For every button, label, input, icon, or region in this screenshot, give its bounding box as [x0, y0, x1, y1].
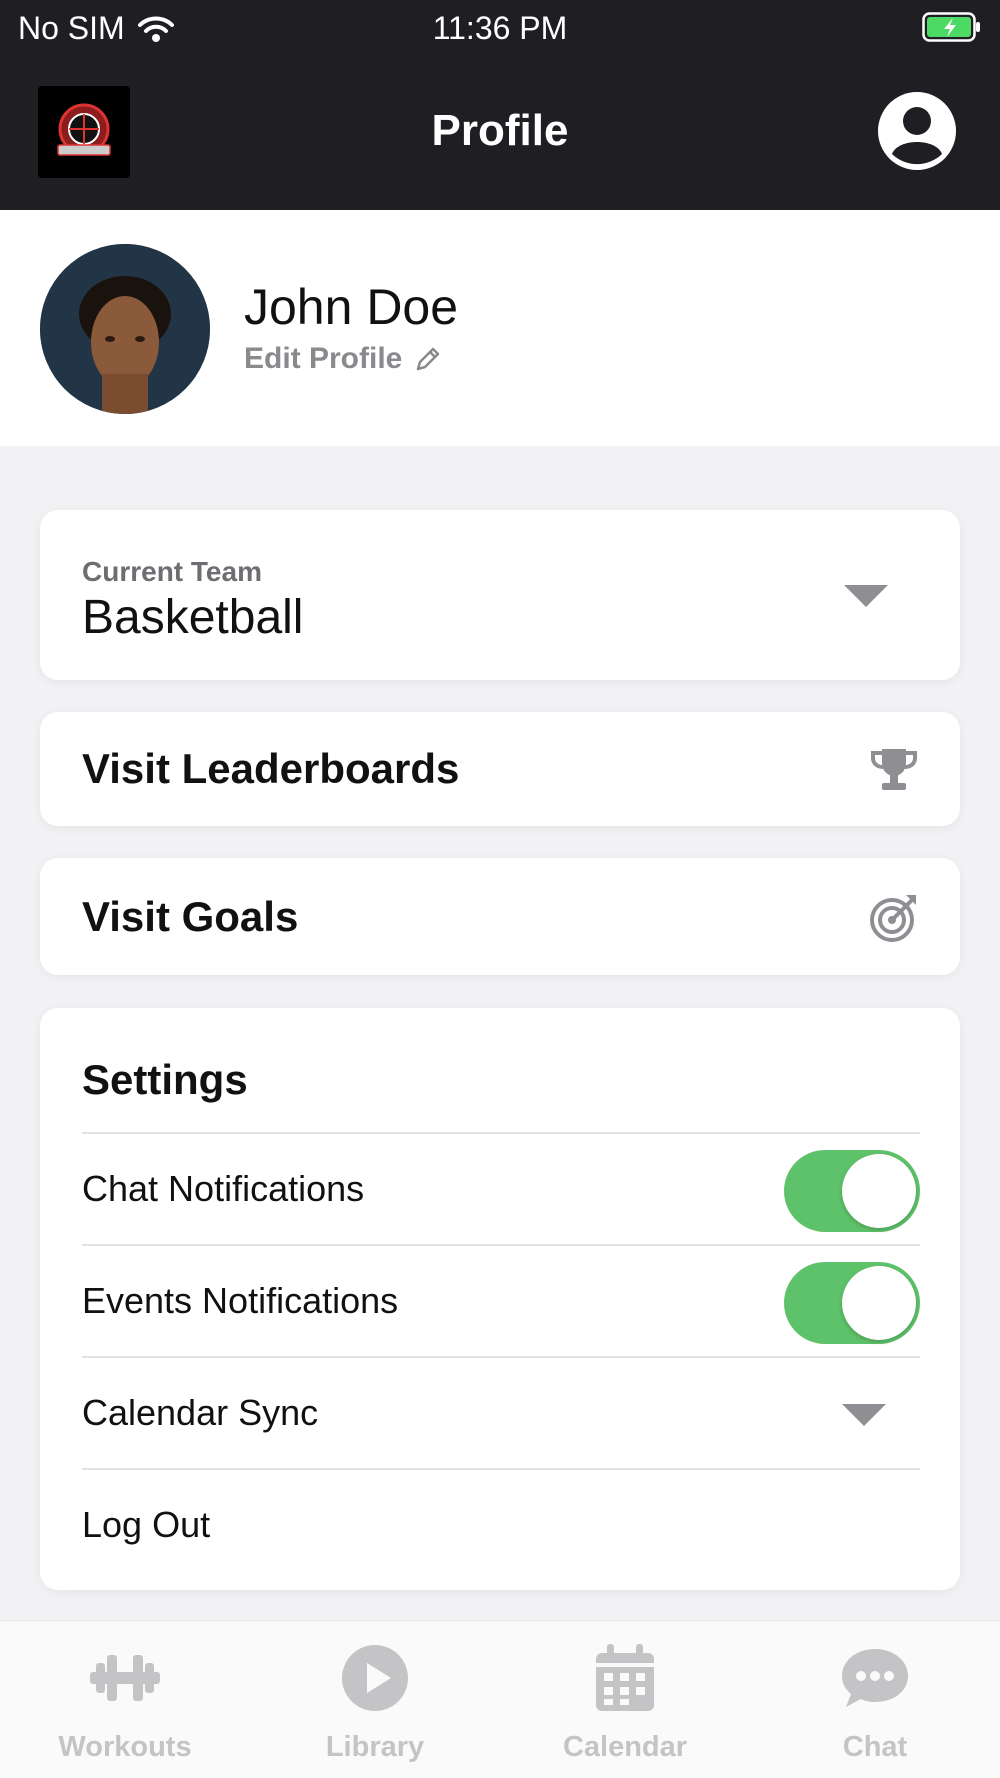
tab-label: Calendar [562, 1731, 688, 1763]
settings-card: Settings Chat Notifications Events Notif… [40, 1008, 960, 1590]
battery-charging-icon [922, 12, 980, 42]
setting-label: Log Out [82, 1504, 211, 1545]
tab-label: Chat [842, 1731, 908, 1763]
trophy-icon [871, 749, 917, 790]
clock: 11:36 PM [432, 10, 568, 46]
tab-calendar[interactable]: Calendar [500, 1621, 750, 1778]
setting-label: Events Notifications [82, 1280, 399, 1321]
setting-chat-notifications: Chat Notifications [82, 1132, 920, 1244]
events-notifications-toggle[interactable] [784, 1262, 920, 1344]
setting-calendar-sync[interactable]: Calendar Sync [82, 1356, 920, 1468]
tab-library[interactable]: Library [250, 1621, 500, 1778]
target-icon [870, 894, 916, 942]
status-bar: No SIM 11:36 PM [0, 0, 1000, 56]
current-team-dropdown[interactable]: Current Team Basketball [40, 510, 960, 680]
page-title: Profile [431, 106, 569, 155]
edit-profile-label: Edit Profile [244, 342, 403, 375]
visit-leaderboards-label: Visit Leaderboards [82, 745, 460, 792]
play-circle-icon [342, 1645, 408, 1711]
tab-label: Library [325, 1731, 425, 1763]
setting-label: Chat Notifications [82, 1168, 365, 1209]
chevron-down-icon [844, 585, 888, 607]
calendar-icon [596, 1644, 654, 1711]
visit-goals-label: Visit Goals [82, 892, 299, 940]
profile-name: John Doe [244, 279, 459, 335]
visit-goals-button[interactable]: Visit Goals [40, 858, 960, 975]
chevron-down-icon [842, 1404, 886, 1426]
visit-leaderboards-button[interactable]: Visit Leaderboards [40, 712, 960, 826]
current-team-label: Current Team [82, 556, 262, 587]
tab-chat[interactable]: Chat [750, 1621, 1000, 1778]
chat-notifications-toggle[interactable] [784, 1150, 920, 1232]
log-out-button[interactable]: Log Out [82, 1468, 920, 1580]
dumbbell-icon [90, 1655, 160, 1701]
tab-bar: Workouts Library Calendar Chat [0, 1620, 1000, 1778]
avatar-image [40, 244, 210, 414]
setting-label: Calendar Sync [82, 1392, 319, 1433]
toggle-knob [842, 1154, 916, 1228]
avatar[interactable] [40, 244, 210, 414]
chat-bubble-icon [842, 1649, 908, 1707]
top-bar: No SIM 11:36 PM Profile [0, 0, 1000, 210]
tab-label: Workouts [58, 1731, 192, 1763]
toggle-knob [842, 1266, 916, 1340]
tab-workouts[interactable]: Workouts [0, 1621, 250, 1778]
profile-header: John Doe Edit Profile [0, 210, 1000, 446]
settings-title: Settings [82, 1056, 248, 1103]
edit-profile-link[interactable]: Edit Profile [244, 342, 442, 376]
account-circle-icon[interactable] [878, 92, 956, 170]
current-team-value: Basketball [82, 591, 304, 644]
setting-events-notifications: Events Notifications [82, 1244, 920, 1356]
pencil-icon [417, 347, 440, 371]
